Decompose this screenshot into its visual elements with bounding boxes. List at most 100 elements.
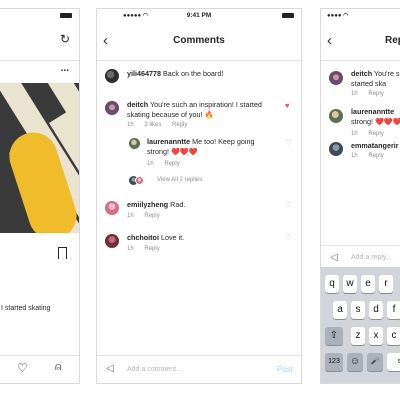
avatar[interactable] bbox=[105, 101, 119, 115]
emoji-key[interactable]: ☺ bbox=[347, 353, 363, 371]
space-key[interactable]: space bbox=[387, 353, 400, 371]
comment-body: chchoitoi Love it. bbox=[127, 233, 269, 243]
comment-text: strong! ❤️❤️❤️ bbox=[351, 116, 400, 126]
tab-bar: ♡ ⍝ bbox=[0, 355, 79, 383]
reply-button[interactable]: Reply bbox=[164, 161, 179, 167]
back-chevron-icon[interactable]: ‹ bbox=[327, 31, 332, 51]
heart-filled-icon[interactable]: ♥ bbox=[285, 102, 289, 110]
post-button[interactable]: Post bbox=[277, 365, 293, 374]
reply-button[interactable]: Reply bbox=[368, 91, 383, 97]
comment-username[interactable]: emiilyzheng bbox=[127, 200, 168, 209]
comments-navbar: ‹ Comments bbox=[97, 21, 301, 61]
post-caption: I started skating bbox=[1, 305, 51, 312]
comment-meta: 1h Reply bbox=[351, 153, 393, 159]
comment-meta: 1h Reply bbox=[127, 213, 169, 219]
post-photo[interactable] bbox=[0, 83, 79, 233]
replies-navbar: ‹ Rep bbox=[321, 21, 400, 61]
view-replies-link[interactable]: View All 2 replies bbox=[157, 177, 202, 183]
comments-screen: ●●●●● ◠ 9:41 PM ‹ Comments yili464778 Ba… bbox=[96, 8, 302, 384]
comment-time: 1h bbox=[127, 122, 134, 128]
send-icon[interactable]: ◁ bbox=[106, 363, 114, 374]
profile-icon[interactable]: ⍝ bbox=[55, 361, 62, 374]
page-title: Comments bbox=[173, 35, 225, 46]
comment-text: Back on the board! bbox=[162, 69, 224, 78]
status-time: 9:41 PM bbox=[186, 12, 212, 19]
replies-screen: ●●●● ◠ ‹ Rep deitch You're s started ska… bbox=[320, 8, 400, 384]
comment-username[interactable]: laurenanntte bbox=[351, 107, 394, 116]
key-e[interactable]: e bbox=[361, 275, 375, 293]
comment-time: 1h bbox=[147, 161, 154, 167]
reply-button[interactable]: Reply bbox=[368, 153, 383, 159]
key-f[interactable]: f bbox=[387, 301, 400, 319]
avatar[interactable] bbox=[329, 142, 343, 156]
comment-body: deitch You're s started ska bbox=[351, 69, 400, 88]
comment-text: You're such an inspiration! I started sk… bbox=[127, 100, 262, 119]
heart-icon[interactable]: ♡ bbox=[17, 361, 28, 375]
avatar[interactable] bbox=[129, 138, 140, 149]
mic-key[interactable]: 🎤 bbox=[367, 353, 383, 371]
comment-meta: 1h Reply bbox=[127, 246, 169, 252]
status-bar: ●●●● ◠ bbox=[321, 9, 400, 21]
key-z[interactable]: z bbox=[351, 327, 365, 345]
key-a[interactable]: a bbox=[333, 301, 347, 319]
comment-time: 1h bbox=[127, 246, 134, 252]
comment-body: emiilyzheng Rad. bbox=[127, 200, 269, 210]
comment-body: laurenanntte strong! ❤️❤️❤️ bbox=[351, 107, 400, 126]
comment-username[interactable]: deitch bbox=[127, 100, 148, 109]
key-q[interactable]: q bbox=[325, 275, 339, 293]
numbers-key[interactable]: 123 bbox=[325, 353, 343, 371]
heart-outline-icon[interactable]: ♡ bbox=[285, 139, 292, 147]
key-d[interactable]: d bbox=[369, 301, 383, 319]
comment-input[interactable]: Add a comment... bbox=[127, 366, 182, 373]
avatar bbox=[135, 176, 144, 185]
key-r[interactable]: r bbox=[379, 275, 393, 293]
feed-screen: ↻ ... I started skating ♡ ⍝ bbox=[0, 8, 80, 384]
more-options-icon[interactable]: ... bbox=[61, 63, 69, 74]
screen-stage: ↻ ... I started skating ♡ ⍝ ●●●●● ◠ 9:41… bbox=[0, 0, 400, 400]
comment-username[interactable]: emmatangerir bbox=[351, 141, 399, 150]
reply-button[interactable]: Reply bbox=[368, 131, 383, 137]
comment-username[interactable]: deitch bbox=[351, 69, 372, 78]
comment-username[interactable]: yili464778 bbox=[127, 69, 161, 78]
send-icon[interactable]: ◁ bbox=[330, 252, 338, 263]
comment-meta: 1h Reply bbox=[351, 91, 393, 97]
comment-composer: ◁ Add a comment... Post bbox=[97, 355, 301, 383]
comment-meta: 1h Reply bbox=[147, 161, 189, 167]
comment-time: 1h bbox=[351, 131, 358, 137]
shift-key[interactable]: ⇧ bbox=[325, 327, 343, 345]
avatar[interactable] bbox=[329, 71, 343, 85]
comment-body: deitch You're such an inspiration! I sta… bbox=[127, 100, 269, 119]
heart-outline-icon[interactable]: ♡ bbox=[285, 234, 292, 242]
reply-button[interactable]: Reply bbox=[172, 122, 187, 128]
key-c[interactable]: c bbox=[387, 327, 400, 345]
comment-text: Love it. bbox=[160, 233, 185, 242]
comment-text: started ska bbox=[351, 78, 387, 88]
comment-likes[interactable]: 2 likes bbox=[144, 122, 161, 128]
reply-button[interactable]: Reply bbox=[144, 246, 159, 252]
comment-meta: 1h 2 likes Reply bbox=[127, 122, 196, 128]
comment-body: yili464778 Back on the board! bbox=[127, 69, 287, 79]
comment-body: laurenanntte Me too! Keep going strong! … bbox=[147, 137, 269, 156]
reply-input[interactable]: Add a reply... bbox=[351, 254, 392, 261]
comment-username[interactable]: laurenanntte bbox=[147, 137, 190, 146]
avatar[interactable] bbox=[329, 109, 343, 123]
page-title: Rep bbox=[385, 35, 400, 46]
keyboard: q w e r a s d f ⇧ z x c 123 ☺ 🎤 space bbox=[321, 267, 400, 383]
comment-time: 1h bbox=[351, 91, 358, 97]
key-w[interactable]: w bbox=[343, 275, 357, 293]
avatar[interactable] bbox=[105, 234, 119, 248]
key-x[interactable]: x bbox=[369, 327, 383, 345]
refresh-icon[interactable]: ↻ bbox=[60, 32, 70, 46]
avatar[interactable] bbox=[105, 69, 119, 83]
battery-icon bbox=[282, 13, 294, 18]
reply-composer: ◁ Add a reply... bbox=[321, 245, 400, 269]
heart-outline-icon[interactable]: ♡ bbox=[285, 201, 292, 209]
battery-icon bbox=[60, 13, 72, 18]
comment-username[interactable]: chchoitoi bbox=[127, 233, 159, 242]
comment-text: Rad. bbox=[170, 200, 186, 209]
key-s[interactable]: s bbox=[351, 301, 365, 319]
avatar[interactable] bbox=[105, 201, 119, 215]
status-bar bbox=[0, 9, 79, 21]
reply-button[interactable]: Reply bbox=[144, 213, 159, 219]
bookmark-icon[interactable] bbox=[58, 247, 67, 259]
